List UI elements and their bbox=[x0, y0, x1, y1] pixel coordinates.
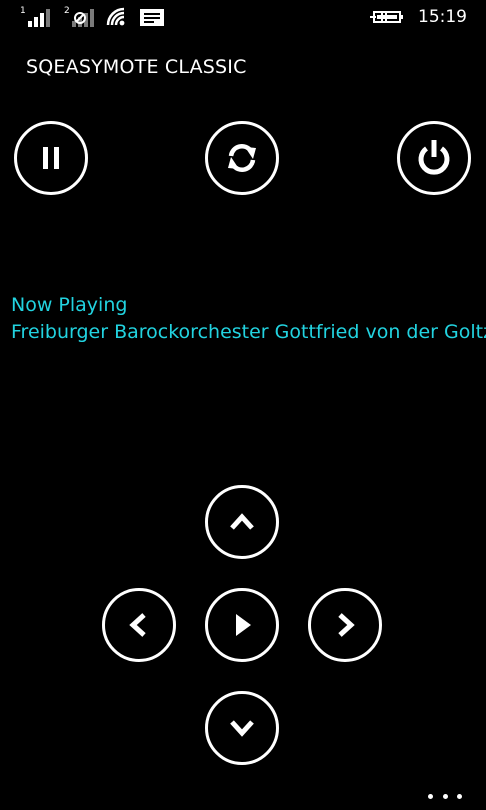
now-playing-heading: Now Playing bbox=[11, 294, 128, 316]
chevron-right-icon bbox=[338, 613, 355, 637]
sim1-label: 1 bbox=[20, 6, 26, 16]
clock: 15:19 bbox=[418, 7, 467, 27]
wifi-icon bbox=[106, 7, 125, 26]
ellipsis-dot-icon bbox=[442, 793, 448, 799]
chevron-up-icon bbox=[230, 513, 254, 530]
pause-button[interactable] bbox=[14, 121, 88, 195]
now-playing: Now Playing Freiburger Barockorchester G… bbox=[11, 292, 486, 346]
page-title: SQEASYMOTE CLASSIC bbox=[26, 56, 247, 78]
ellipsis-dot-icon bbox=[428, 793, 433, 799]
now-playing-artist: Freiburger Barockorchester Gottfried von… bbox=[11, 321, 486, 343]
more-options-button[interactable] bbox=[428, 788, 462, 804]
refresh-icon bbox=[228, 143, 256, 173]
signal-sim1-icon: 1 bbox=[20, 6, 52, 27]
down-button[interactable] bbox=[205, 691, 279, 765]
right-button[interactable] bbox=[308, 588, 382, 662]
chevron-down-icon bbox=[230, 720, 254, 737]
left-button[interactable] bbox=[102, 588, 176, 662]
status-bar: 1 2 15:19 bbox=[0, 0, 486, 34]
ellipsis-dot-icon bbox=[457, 793, 462, 799]
signal-sim2-icon: 2 bbox=[64, 6, 96, 27]
pause-icon bbox=[43, 147, 59, 169]
chevron-left-icon bbox=[129, 613, 146, 637]
play-button[interactable] bbox=[205, 588, 279, 662]
up-button[interactable] bbox=[205, 485, 279, 559]
power-icon bbox=[418, 140, 450, 175]
power-button[interactable] bbox=[397, 121, 471, 195]
refresh-button[interactable] bbox=[205, 121, 279, 195]
sim2-label: 2 bbox=[64, 6, 70, 16]
play-icon bbox=[236, 614, 251, 636]
message-icon bbox=[140, 9, 164, 26]
battery-charging-icon bbox=[370, 11, 403, 23]
